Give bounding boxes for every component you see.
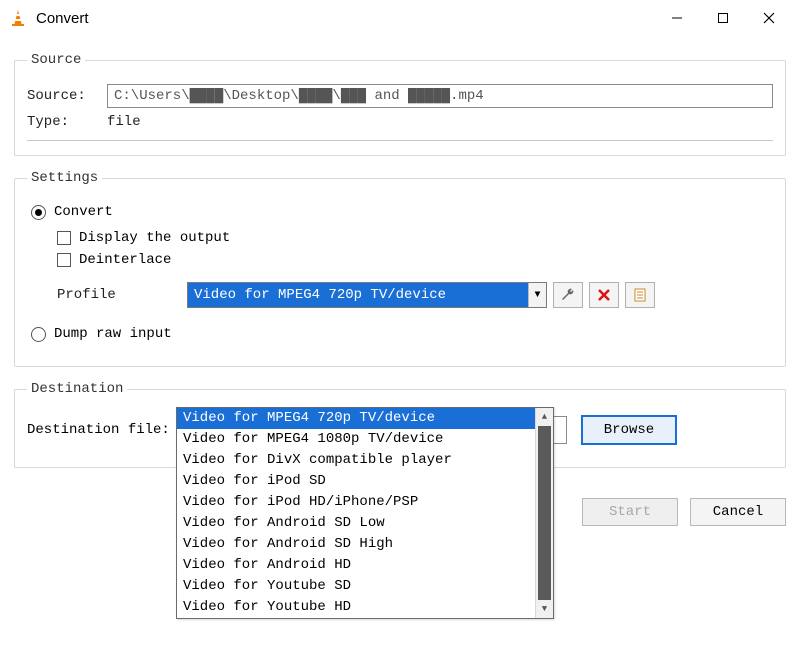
scroll-down-icon[interactable]: ▼ (536, 600, 553, 618)
settings-legend: Settings (27, 170, 102, 186)
profile-selected-value: Video for MPEG4 720p TV/device (188, 283, 528, 307)
deinterlace-label: Deinterlace (79, 252, 171, 268)
dropdown-scrollbar[interactable]: ▲ ▼ (535, 408, 553, 618)
wrench-icon (560, 287, 576, 303)
checkbox-icon (57, 253, 71, 267)
source-legend: Source (27, 52, 85, 68)
scroll-thumb[interactable] (538, 426, 551, 600)
profile-option[interactable]: Video for Android SD High (177, 534, 535, 555)
source-group: Source Source: Type: file (14, 52, 786, 156)
title-bar: Convert (0, 0, 800, 36)
profile-option[interactable]: Video for MPEG4 720p TV/device (177, 408, 535, 429)
radio-icon (31, 327, 46, 342)
source-input[interactable] (107, 84, 773, 108)
profile-option[interactable]: Video for Youtube SD (177, 576, 535, 597)
profile-option[interactable]: Video for MPEG4 1080p TV/device (177, 429, 535, 450)
scroll-up-icon[interactable]: ▲ (536, 408, 553, 426)
destination-legend: Destination (27, 381, 127, 397)
delete-profile-button[interactable] (589, 282, 619, 308)
profile-dropdown[interactable]: Video for MPEG4 720p TV/deviceVideo for … (176, 407, 554, 619)
close-button[interactable] (746, 3, 792, 33)
source-label: Source: (27, 88, 107, 104)
minimize-button[interactable] (654, 3, 700, 33)
maximize-button[interactable] (700, 3, 746, 33)
new-document-icon (632, 287, 648, 303)
checkbox-icon (57, 231, 71, 245)
window-title: Convert (36, 10, 89, 27)
dump-raw-radio-row[interactable]: Dump raw input (27, 326, 773, 342)
type-value: file (107, 114, 141, 130)
deinterlace-checkbox[interactable]: Deinterlace (27, 252, 773, 268)
display-output-checkbox[interactable]: Display the output (27, 230, 773, 246)
profile-option[interactable]: Video for DivX compatible player (177, 450, 535, 471)
settings-group: Settings Convert Display the output Dein… (14, 170, 786, 367)
source-divider (27, 140, 773, 141)
profile-select[interactable]: Video for MPEG4 720p TV/device ▼ (187, 282, 547, 308)
display-output-label: Display the output (79, 230, 230, 246)
browse-button[interactable]: Browse (581, 415, 677, 445)
delete-x-icon (596, 287, 612, 303)
edit-profile-button[interactable] (553, 282, 583, 308)
profile-label: Profile (57, 287, 187, 303)
type-label: Type: (27, 114, 107, 130)
convert-radio-row[interactable]: Convert (27, 204, 773, 220)
profile-option[interactable]: Video for iPod HD/iPhone/PSP (177, 492, 535, 513)
destination-file-label: Destination file: (27, 422, 187, 438)
radio-icon (31, 205, 46, 220)
profile-option[interactable]: Video for Android SD Low (177, 513, 535, 534)
new-profile-button[interactable] (625, 282, 655, 308)
vlc-cone-icon (8, 8, 28, 28)
chevron-down-icon: ▼ (528, 283, 546, 307)
profile-option[interactable]: Video for Android HD (177, 555, 535, 576)
dump-raw-label: Dump raw input (54, 326, 172, 342)
convert-radio-label: Convert (54, 204, 113, 220)
cancel-button[interactable]: Cancel (690, 498, 786, 526)
profile-option[interactable]: Video for Youtube HD (177, 597, 535, 618)
profile-option[interactable]: Video for iPod SD (177, 471, 535, 492)
start-button[interactable]: Start (582, 498, 678, 526)
